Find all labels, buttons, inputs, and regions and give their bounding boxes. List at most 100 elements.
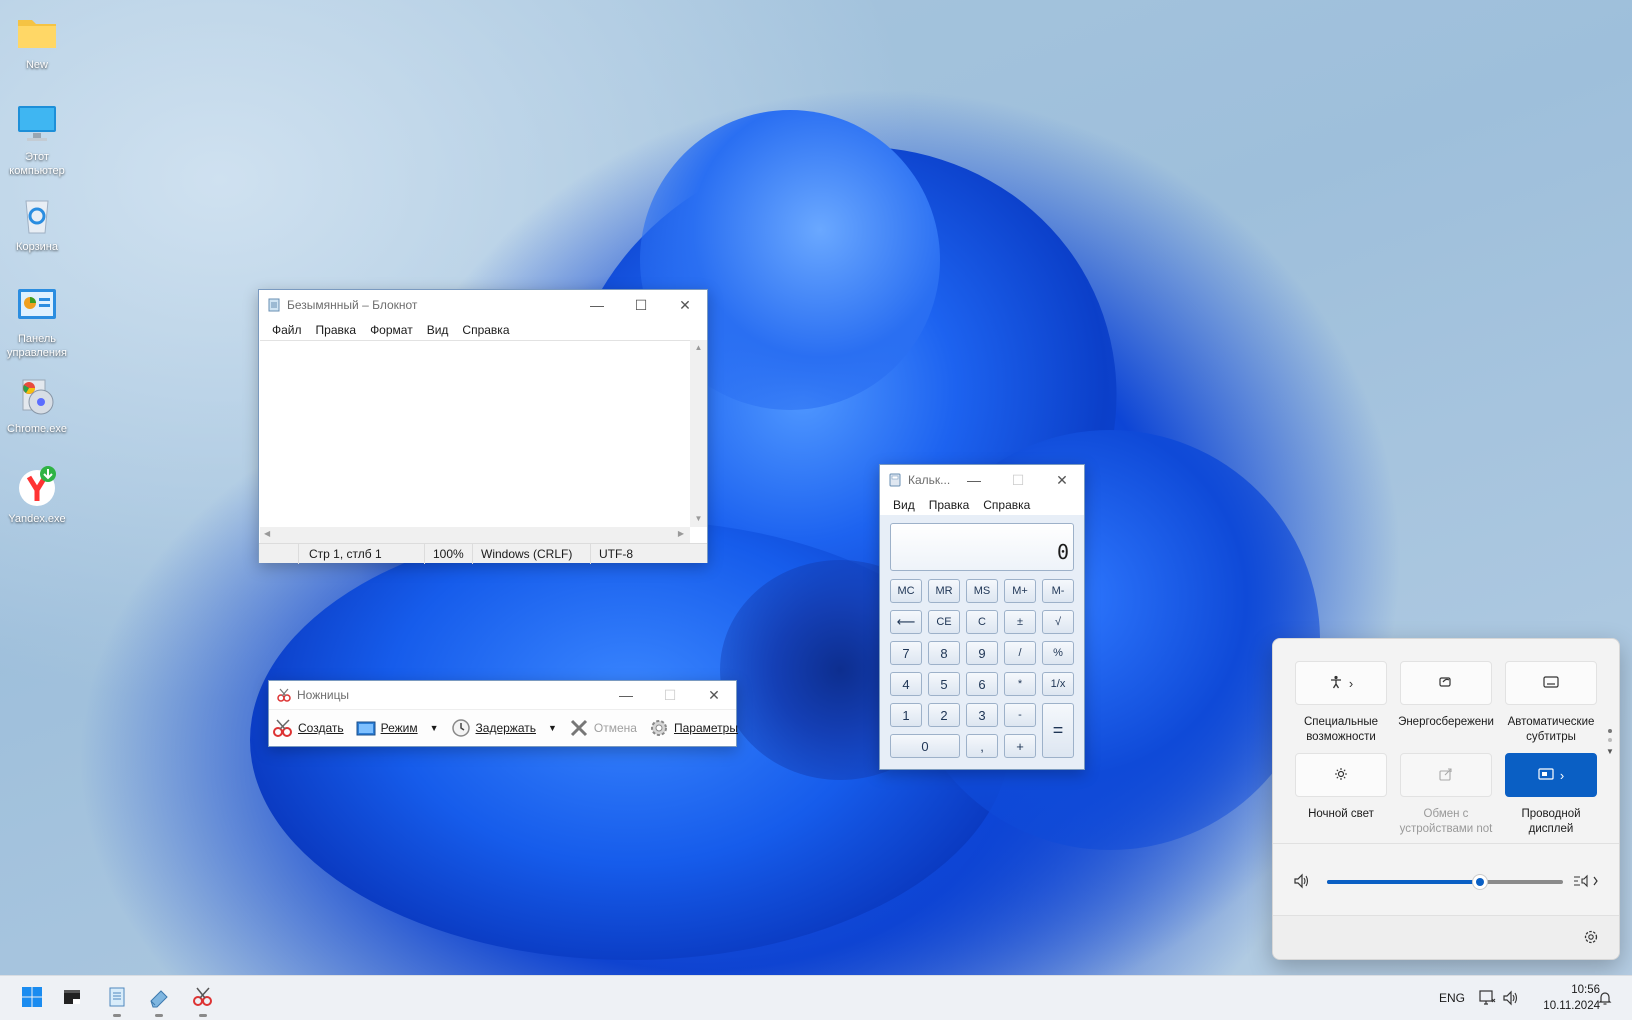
menu-format[interactable]: Формат bbox=[363, 323, 420, 337]
key-4-button[interactable]: 4 bbox=[890, 672, 922, 696]
volume-slider-thumb[interactable] bbox=[1472, 874, 1489, 890]
delay-button[interactable]: Задержать ▼ bbox=[451, 718, 557, 738]
volume-slider[interactable] bbox=[1327, 874, 1563, 890]
desktop-icon-recycle-bin[interactable]: Корзина bbox=[2, 192, 72, 254]
menu-view[interactable]: Вид bbox=[886, 498, 922, 512]
add-button[interactable]: + bbox=[1004, 734, 1036, 758]
desktop-icon-control-panel[interactable]: Панель управления bbox=[2, 284, 72, 360]
m-plus-button[interactable]: M+ bbox=[1004, 579, 1036, 603]
maximize-button: ☐ bbox=[663, 686, 677, 703]
percent-button[interactable]: % bbox=[1042, 641, 1074, 665]
snipping-titlebar[interactable]: Ножницы — ☐ ✕ bbox=[269, 681, 736, 709]
chevron-down-icon[interactable]: ▼ bbox=[548, 723, 557, 733]
menu-help[interactable]: Справка bbox=[976, 498, 1037, 512]
notepad-text-area[interactable] bbox=[260, 340, 690, 527]
volume-icon[interactable] bbox=[1502, 990, 1520, 1009]
cast-tile[interactable]: › bbox=[1505, 753, 1597, 797]
c-button[interactable]: C bbox=[966, 610, 998, 634]
calculator-window[interactable]: Кальк... — ☐ ✕ Вид Правка Справка 0 MC M… bbox=[879, 464, 1085, 770]
key-1-button[interactable]: 1 bbox=[890, 703, 922, 727]
key-5-button[interactable]: 5 bbox=[928, 672, 960, 696]
key-0-button[interactable]: 0 bbox=[890, 734, 960, 758]
network-icon[interactable] bbox=[1478, 989, 1496, 1010]
minimize-button[interactable]: — bbox=[575, 290, 619, 320]
subtract-button[interactable]: - bbox=[1004, 703, 1036, 727]
mode-label: Режим bbox=[380, 720, 418, 735]
notepad-titlebar[interactable]: Безымянный – Блокнот — ☐ ✕ bbox=[259, 290, 707, 320]
night-light-tile[interactable] bbox=[1295, 753, 1387, 797]
key-2-button[interactable]: 2 bbox=[928, 703, 960, 727]
sign-button[interactable]: ± bbox=[1004, 610, 1036, 634]
menu-edit[interactable]: Правка bbox=[309, 323, 364, 337]
clock[interactable]: 10:56 10.11.2024 bbox=[1528, 982, 1600, 1014]
accessibility-tile[interactable]: › bbox=[1295, 661, 1387, 705]
chevron-right-icon[interactable]: › bbox=[1349, 676, 1353, 691]
desktop-icon-chrome-exe[interactable]: Chrome.exe bbox=[2, 374, 72, 436]
new-snip-button[interactable]: Создать bbox=[273, 718, 344, 738]
desktop-icon-new[interactable]: New bbox=[2, 10, 72, 72]
chevron-right-icon[interactable]: › bbox=[1560, 768, 1564, 783]
backspace-button[interactable]: ⟵ bbox=[890, 610, 922, 634]
settings-gear-icon[interactable] bbox=[1583, 929, 1599, 948]
key-7-button[interactable]: 7 bbox=[890, 641, 922, 665]
language-indicator[interactable]: ENG bbox=[1439, 991, 1465, 1005]
key-9-button[interactable]: 9 bbox=[966, 641, 998, 665]
taskbar-eraser[interactable] bbox=[144, 983, 174, 1017]
audio-output-icon[interactable] bbox=[1573, 873, 1599, 892]
desktop-icon-this-pc[interactable]: Этот компьютер bbox=[2, 102, 72, 178]
speaker-icon[interactable] bbox=[1293, 873, 1311, 892]
taskbar-terminal[interactable] bbox=[57, 983, 87, 1013]
captions-tile[interactable] bbox=[1505, 661, 1597, 705]
snipping-tool-icon bbox=[192, 986, 214, 1011]
cancel-label: Отмена bbox=[593, 720, 637, 735]
minimize-button[interactable]: — bbox=[952, 465, 996, 495]
scroll-right-arrow-icon[interactable]: ▶ bbox=[678, 529, 684, 538]
sqrt-button[interactable]: √ bbox=[1042, 610, 1074, 634]
ms-button[interactable]: MS bbox=[966, 579, 998, 603]
x-mark-icon bbox=[569, 718, 589, 738]
start-button[interactable] bbox=[17, 983, 47, 1013]
scroll-left-arrow-icon[interactable]: ◀ bbox=[264, 529, 270, 538]
close-button[interactable]: ✕ bbox=[663, 290, 707, 320]
page-indicator[interactable]: ▼ bbox=[1606, 729, 1614, 756]
desktop-icon-yandex-exe[interactable]: Yandex.exe bbox=[2, 464, 72, 526]
key-3-button[interactable]: 3 bbox=[966, 703, 998, 727]
close-button[interactable]: ✕ bbox=[692, 681, 736, 709]
scroll-down-arrow-icon[interactable]: ▼ bbox=[690, 514, 707, 523]
snipping-tool-window[interactable]: Ножницы — ☐ ✕ Создать Режим ▼ Задержать … bbox=[268, 680, 738, 747]
taskbar-notepad[interactable] bbox=[102, 983, 132, 1017]
scroll-up-arrow-icon[interactable]: ▲ bbox=[690, 343, 707, 352]
equals-button[interactable]: = bbox=[1042, 703, 1074, 758]
horizontal-scrollbar[interactable]: ◀ ▶ bbox=[260, 527, 690, 543]
energy-saver-tile[interactable] bbox=[1400, 661, 1492, 705]
calculator-titlebar[interactable]: Кальк... — ☐ ✕ bbox=[880, 465, 1084, 495]
maximize-button[interactable]: ☐ bbox=[619, 290, 663, 320]
key-6-button[interactable]: 6 bbox=[966, 672, 998, 696]
mc-button[interactable]: MC bbox=[890, 579, 922, 603]
options-button[interactable]: Параметры bbox=[649, 718, 738, 738]
menu-help[interactable]: Справка bbox=[455, 323, 516, 337]
menu-view[interactable]: Вид bbox=[420, 323, 456, 337]
divide-button[interactable]: / bbox=[1004, 641, 1036, 665]
notification-bell-icon[interactable] bbox=[1597, 990, 1613, 1009]
mr-button[interactable]: MR bbox=[928, 579, 960, 603]
chevron-down-icon[interactable]: ▼ bbox=[430, 723, 439, 733]
mode-button[interactable]: Режим ▼ bbox=[356, 718, 439, 738]
key-8-button[interactable]: 8 bbox=[928, 641, 960, 665]
scroll-down-icon[interactable]: ▼ bbox=[1606, 747, 1614, 756]
vertical-scrollbar[interactable]: ▲ ▼ bbox=[690, 340, 707, 527]
reciprocal-button[interactable]: 1/x bbox=[1042, 672, 1074, 696]
menu-file[interactable]: Файл bbox=[265, 323, 309, 337]
minimize-button[interactable]: — bbox=[604, 681, 648, 709]
notepad-icon bbox=[267, 298, 281, 312]
running-indicator bbox=[155, 1014, 163, 1017]
taskbar-snipping-tool[interactable] bbox=[188, 983, 218, 1017]
notepad-window[interactable]: Безымянный – Блокнот — ☐ ✕ Файл Правка Ф… bbox=[258, 289, 708, 564]
close-button[interactable]: ✕ bbox=[1040, 465, 1084, 495]
m-minus-button[interactable]: M- bbox=[1042, 579, 1074, 603]
new-snip-label: Создать bbox=[298, 720, 344, 735]
menu-edit[interactable]: Правка bbox=[922, 498, 977, 512]
decimal-button[interactable]: , bbox=[966, 734, 998, 758]
ce-button[interactable]: CE bbox=[928, 610, 960, 634]
multiply-button[interactable]: * bbox=[1004, 672, 1036, 696]
